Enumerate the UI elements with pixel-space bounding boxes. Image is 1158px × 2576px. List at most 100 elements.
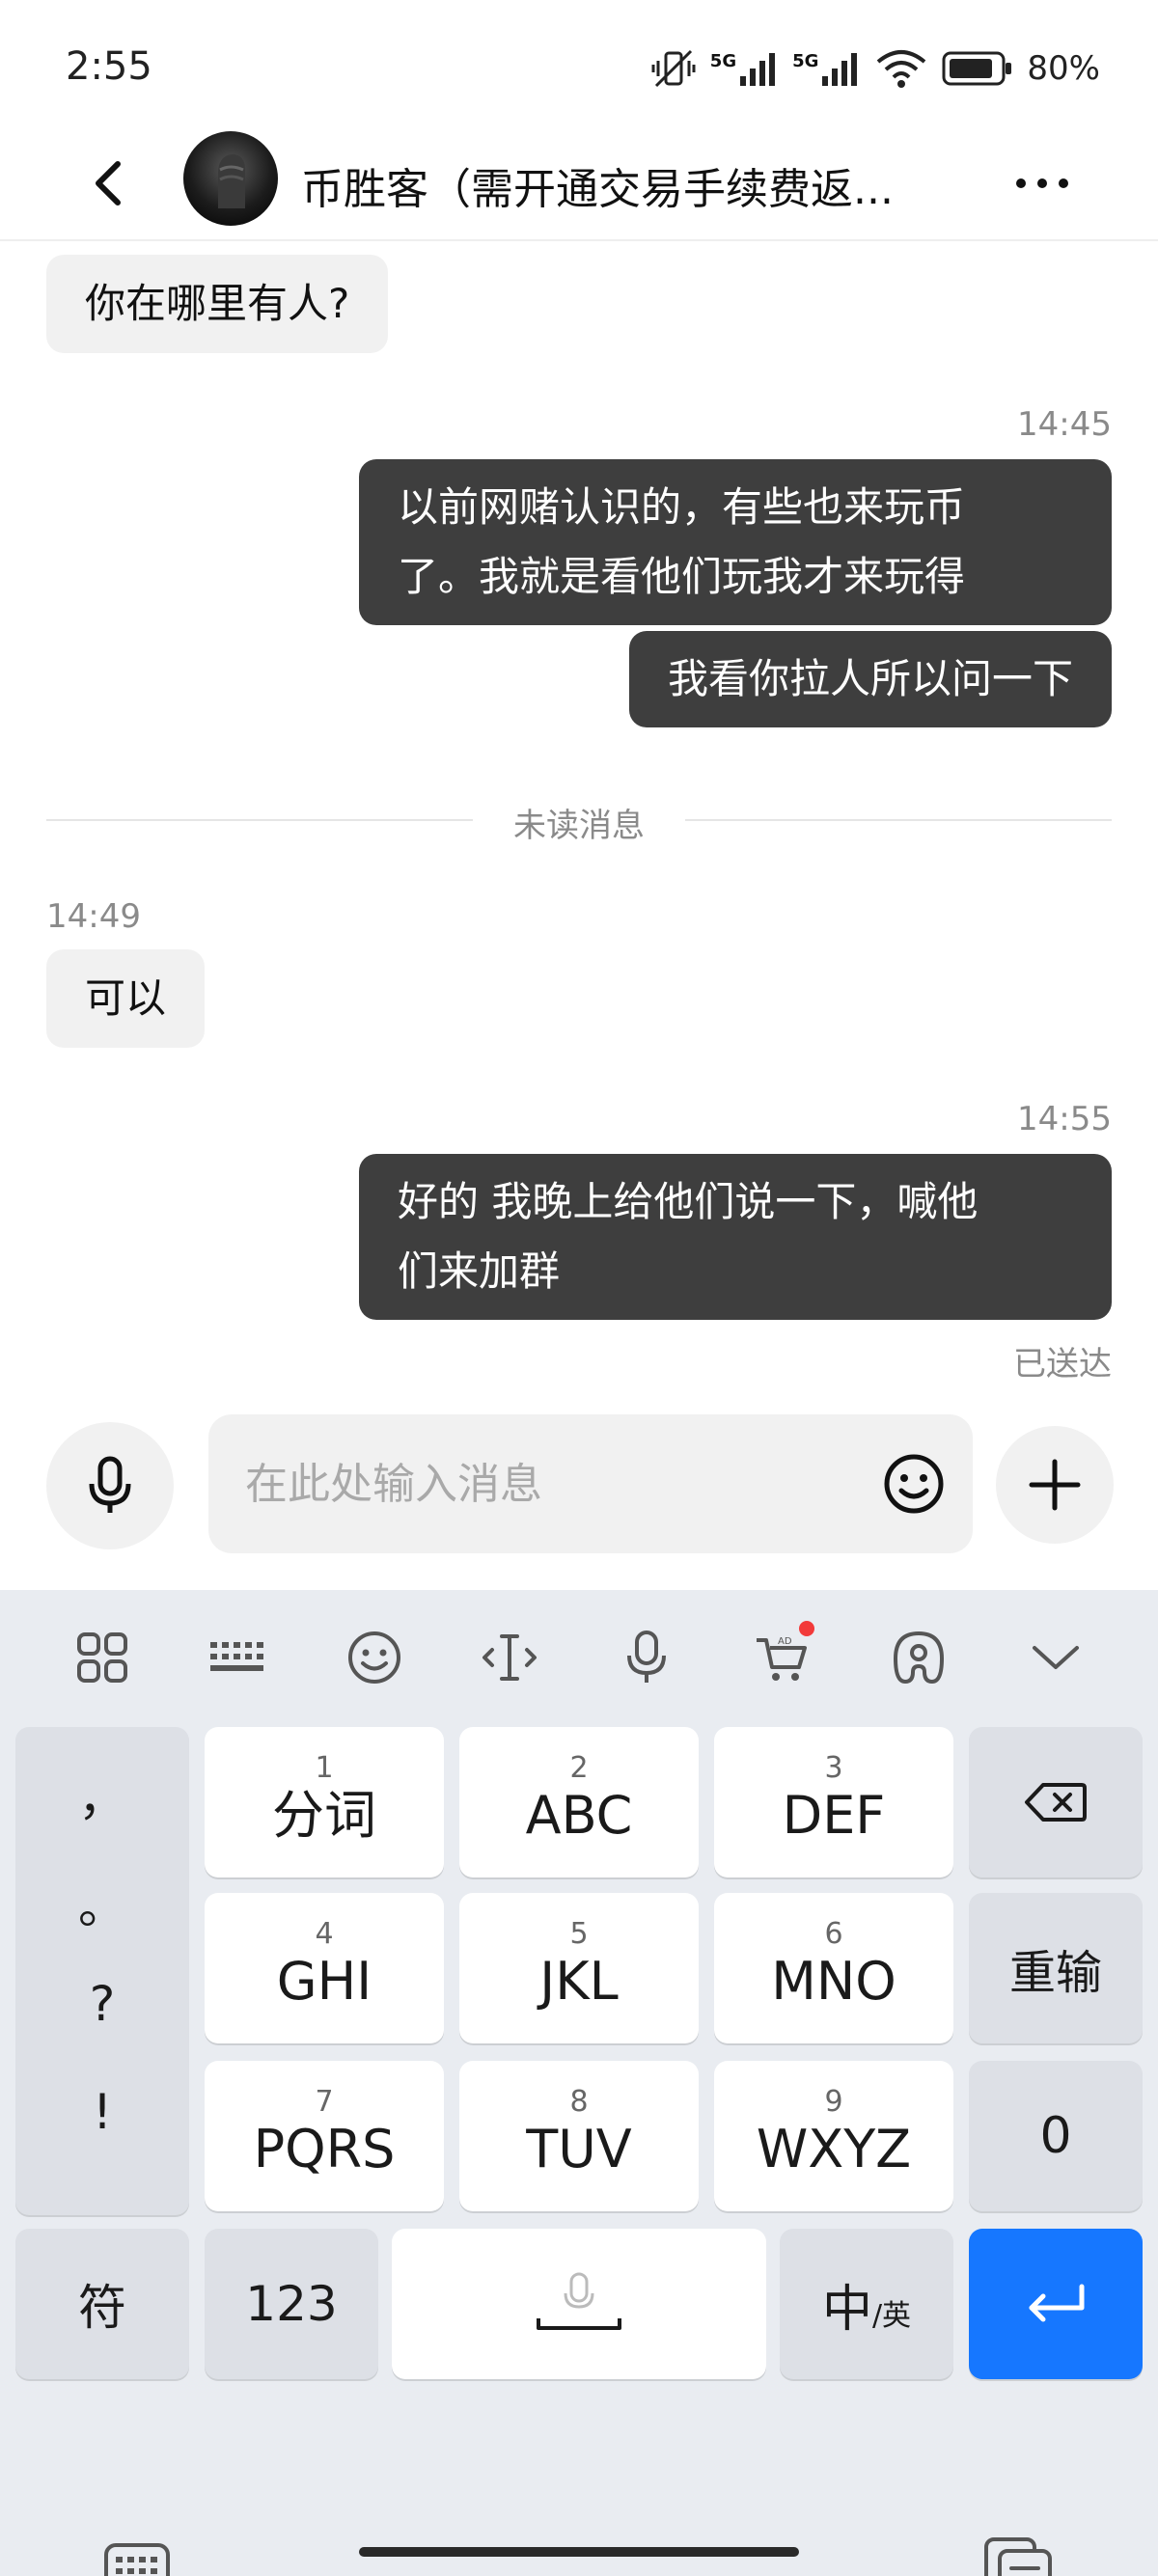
smiley-icon bbox=[884, 1454, 944, 1514]
keyboard-layout-icon[interactable] bbox=[207, 1627, 268, 1688]
key-9-wxyz[interactable]: 9 WXYZ bbox=[714, 2061, 953, 2211]
key-8-tuv[interactable]: 8 TUV bbox=[459, 2061, 699, 2211]
fist-avatar-image bbox=[218, 154, 245, 208]
status-bar: 2:55 5G 5G 80% bbox=[0, 0, 1158, 125]
ime-keyboard: AD ， 。 ? ! 1 分词 2 ABC 3 DEF 4 GHI 5 JKL bbox=[0, 1590, 1158, 2576]
contact-avatar[interactable] bbox=[183, 131, 278, 226]
numbers-label: 123 bbox=[245, 2276, 338, 2332]
attach-plus-button[interactable] bbox=[996, 1426, 1114, 1544]
message-text-line: 们来加群 bbox=[398, 1247, 561, 1295]
battery-percent: 80% bbox=[1027, 49, 1100, 88]
back-button[interactable] bbox=[79, 152, 137, 214]
language-switch-key[interactable]: 中 /英 bbox=[780, 2229, 953, 2379]
lang-sub-label: /英 bbox=[871, 2299, 912, 2333]
chat-title[interactable]: 币胜客（需开通交易手续费返... bbox=[301, 154, 957, 216]
symbols-key[interactable]: 符 bbox=[15, 2229, 189, 2379]
reenter-key[interactable]: 重输 bbox=[969, 1893, 1143, 2043]
key-label: TUV bbox=[526, 2119, 632, 2179]
keyboard-toolbar: AD bbox=[0, 1590, 1158, 1717]
key-3-def[interactable]: 3 DEF bbox=[714, 1727, 953, 1877]
home-indicator[interactable] bbox=[359, 2547, 799, 2557]
numbers-key[interactable]: 123 bbox=[205, 2229, 378, 2379]
network-label-2: 5G bbox=[792, 51, 819, 71]
punct-comma-key[interactable]: ， bbox=[15, 1760, 189, 1829]
skin-theme-icon[interactable] bbox=[888, 1627, 950, 1688]
unread-divider-left bbox=[46, 819, 473, 821]
key-label: ABC bbox=[525, 1785, 633, 1846]
key-number: 8 bbox=[569, 2085, 589, 2119]
key-number: 1 bbox=[315, 1751, 334, 1785]
space-key[interactable] bbox=[392, 2229, 766, 2379]
network-5g-icon-1: 5G bbox=[710, 51, 779, 86]
chat-header: 币胜客（需开通交易手续费返... bbox=[0, 125, 1158, 241]
key-number: 5 bbox=[569, 1917, 589, 1951]
key-number: 4 bbox=[315, 1917, 334, 1951]
network-5g-icon-2: 5G bbox=[792, 51, 861, 86]
key-number: 3 bbox=[824, 1751, 843, 1785]
cursor-move-icon[interactable] bbox=[479, 1627, 540, 1688]
keyboard-toggle-icon[interactable] bbox=[102, 2539, 172, 2576]
punct-exclaim-key[interactable]: ! bbox=[15, 2084, 189, 2140]
punctuation-column: ， 。 ? ! bbox=[15, 1727, 189, 2215]
voice-message-button[interactable] bbox=[46, 1422, 174, 1549]
key-2-abc[interactable]: 2 ABC bbox=[459, 1727, 699, 1877]
plus-icon bbox=[1029, 1459, 1081, 1511]
space-voice-icon bbox=[537, 2272, 621, 2330]
microphone-icon bbox=[89, 1456, 131, 1513]
message-text: 我看你拉人所以问一下 bbox=[667, 655, 1073, 702]
message-text: 可以 bbox=[85, 974, 167, 1022]
enter-key[interactable] bbox=[969, 2229, 1143, 2379]
key-label: DEF bbox=[782, 1785, 886, 1846]
unread-divider-right bbox=[685, 819, 1112, 821]
emoji-button[interactable] bbox=[882, 1452, 946, 1516]
key-label: PQRS bbox=[253, 2119, 396, 2179]
key-1-fenci[interactable]: 1 分词 bbox=[205, 1727, 444, 1877]
voice-input-icon[interactable] bbox=[616, 1627, 677, 1688]
message-incoming[interactable]: 可以 bbox=[46, 949, 206, 1048]
zero-label: 0 bbox=[1039, 2107, 1072, 2165]
unread-divider-label: 未读消息 bbox=[513, 807, 645, 845]
message-input[interactable] bbox=[208, 1414, 973, 1553]
punct-question-key[interactable]: ? bbox=[15, 1976, 189, 2032]
message-text-line: 好的 我晚上给他们说一下，喊他 bbox=[398, 1178, 979, 1225]
status-icons: 5G 5G 80% bbox=[650, 44, 1100, 93]
key-number: 2 bbox=[569, 1751, 589, 1785]
apps-grid-icon[interactable] bbox=[71, 1627, 133, 1688]
message-outgoing[interactable]: 好的 我晚上给他们说一下，喊他 们来加群 bbox=[359, 1154, 1112, 1320]
key-label: WXYZ bbox=[756, 2119, 912, 2179]
emoji-icon[interactable] bbox=[344, 1627, 405, 1688]
chevron-left-icon bbox=[96, 161, 121, 206]
delivered-status: 已送达 bbox=[1013, 1345, 1112, 1384]
punct-period-key[interactable]: 。 bbox=[15, 1868, 189, 1937]
shop-cart-icon[interactable]: AD bbox=[751, 1621, 814, 1688]
message-outgoing[interactable]: 以前网赌认识的，有些也来玩币 了。我就是看他们玩我才来玩得 bbox=[359, 459, 1112, 625]
more-dots-icon bbox=[1016, 178, 1068, 188]
message-text: 你在哪里有人? bbox=[85, 280, 350, 327]
message-incoming[interactable]: 你在哪里有人? bbox=[46, 255, 389, 353]
backspace-key[interactable] bbox=[969, 1727, 1143, 1877]
key-7-pqrs[interactable]: 7 PQRS bbox=[205, 2061, 444, 2211]
lang-main-label: 中 bbox=[821, 2280, 872, 2339]
collapse-chevron-icon[interactable] bbox=[1025, 1627, 1087, 1688]
wifi-icon bbox=[877, 50, 926, 88]
message-outgoing[interactable]: 我看你拉人所以问一下 bbox=[628, 631, 1112, 727]
key-number: 7 bbox=[315, 2085, 334, 2119]
key-0[interactable]: 0 bbox=[969, 2061, 1143, 2211]
message-timestamp: 14:49 bbox=[46, 897, 141, 936]
key-label: MNO bbox=[771, 1951, 896, 2012]
message-timestamp: 14:45 bbox=[1017, 405, 1112, 444]
key-number: 9 bbox=[824, 2085, 843, 2119]
clipboard-icon[interactable] bbox=[982, 2535, 1054, 2576]
key-4-ghi[interactable]: 4 GHI bbox=[205, 1893, 444, 2043]
svg-text:AD: AD bbox=[778, 1636, 792, 1647]
message-timestamp: 14:55 bbox=[1017, 1100, 1112, 1138]
battery-icon bbox=[942, 51, 1012, 86]
status-time: 2:55 bbox=[66, 44, 152, 89]
enter-return-icon bbox=[1029, 2284, 1085, 2322]
key-number: 6 bbox=[824, 1917, 843, 1951]
key-label: JKL bbox=[539, 1951, 619, 2012]
key-5-jkl[interactable]: 5 JKL bbox=[459, 1893, 699, 2043]
key-6-mno[interactable]: 6 MNO bbox=[714, 1893, 953, 2043]
more-options-button[interactable] bbox=[1013, 154, 1071, 212]
message-text-line: 以前网赌认识的，有些也来玩币 bbox=[398, 483, 966, 531]
